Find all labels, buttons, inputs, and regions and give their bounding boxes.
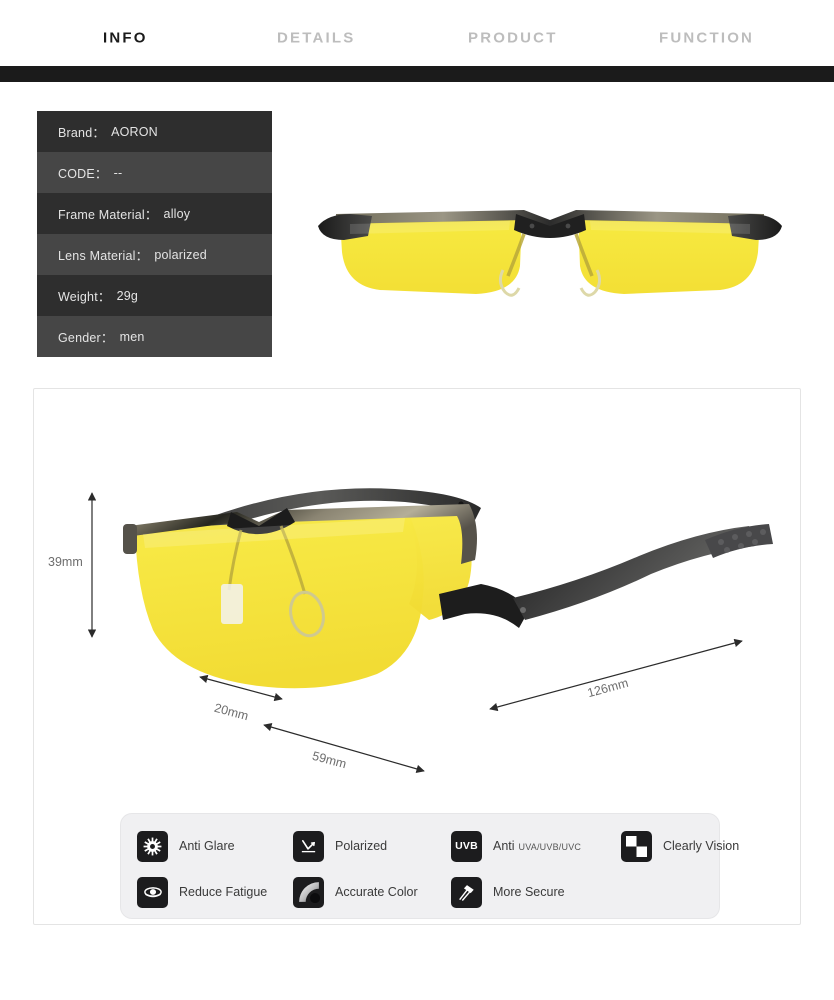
spec-row: Weight： 29g: [37, 275, 272, 316]
feature-label-main: More Secure: [493, 885, 565, 899]
feature-label: Anti Glare: [179, 839, 235, 853]
feature-label-main: Clearly Vision: [663, 839, 740, 853]
spec-value: --: [113, 165, 123, 180]
features-panel: Anti Glare Polarized UVB Anti UVA/UVB/UVC Cle…: [120, 813, 739, 919]
spec-row: Lens Material： polarized: [37, 234, 272, 275]
tab-info[interactable]: INFO: [103, 30, 148, 47]
feature-label: Clearly Vision: [663, 839, 739, 853]
feature-anti: UVB Anti UVA/UVB/UVC: [451, 826, 581, 866]
sunglasses-front-illustration: [318, 210, 782, 297]
anti-glare-icon: [137, 830, 168, 862]
product-info-page: INFO DETAILS PRODUCT FUNCTION Brand： AORON CO…: [0, 0, 834, 1000]
spec-value: polarized: [154, 247, 207, 262]
feature-label: More Secure: [493, 885, 565, 899]
dimension-label-height: 39mm: [48, 555, 83, 569]
feature-polarized: Polarized: [293, 826, 387, 866]
header-divider-bar: [0, 66, 834, 82]
spec-value: men: [119, 329, 145, 344]
dimension-label-bridge: 20mm: [212, 700, 250, 724]
more-secure-icon: [451, 876, 482, 908]
spec-label: Gender：: [58, 331, 114, 345]
feature-accurate-color: Accurate Color: [293, 872, 418, 912]
feature-reduce-fatigue: Reduce Fatigue: [137, 872, 267, 912]
feature-label-main: Accurate Color: [335, 885, 418, 899]
polarized-icon: [293, 830, 324, 862]
accurate-color-icon: [293, 876, 324, 908]
feature-label-main: Polarized: [335, 839, 388, 853]
spec-row: Brand： AORON: [37, 111, 272, 152]
spec-value: 29g: [116, 288, 139, 303]
spec-label: Weight：: [58, 290, 111, 304]
feature-label-sub: UVA/UVB/UVC: [518, 842, 582, 852]
spec-value: AORON: [111, 124, 158, 139]
uvb-icon: UVB: [451, 830, 482, 862]
feature-label: Polarized: [335, 839, 387, 853]
reduce-fatigue-icon: [137, 876, 168, 908]
dimension-card: 39mm 20mm 59mm 126mm Anti Glare Polarized UVB…: [33, 388, 801, 925]
feature-anti-glare: Anti Glare: [137, 826, 235, 866]
feature-label-main: Reduce Fatigue: [179, 885, 268, 899]
sunglasses-angle-illustration: [123, 488, 773, 689]
spec-row: Gender： men: [37, 316, 272, 357]
spec-label: Frame Material：: [58, 208, 158, 222]
specification-table: Brand： AORON CODE： -- Frame Material： alloy Le…: [37, 111, 272, 357]
feature-label: Anti UVA/UVB/UVC: [493, 839, 581, 853]
spec-label: Lens Material：: [58, 249, 149, 263]
tab-details[interactable]: DETAILS: [277, 30, 355, 47]
feature-label: Accurate Color: [335, 885, 418, 899]
features-row-2: Reduce Fatigue Accurate Color More Secure: [121, 872, 721, 912]
tab-product[interactable]: PRODUCT: [468, 30, 558, 47]
feature-more-secure: More Secure: [451, 872, 565, 912]
spec-row: Frame Material： alloy: [37, 193, 272, 234]
spec-label: CODE：: [58, 167, 108, 181]
uvb-badge-text: UVB: [455, 840, 478, 852]
tab-bar: INFO DETAILS PRODUCT FUNCTION: [0, 0, 834, 82]
product-photo-front: [310, 190, 790, 310]
spec-label: Brand：: [58, 126, 106, 140]
clearly-vision-icon: [621, 830, 652, 862]
tab-function[interactable]: FUNCTION: [659, 30, 754, 47]
product-photo-angled: [109, 464, 789, 694]
features-row-1: Anti Glare Polarized UVB Anti UVA/UVB/UVC Cle…: [121, 826, 739, 866]
feature-clearly-vision: Clearly Vision: [621, 826, 739, 866]
spec-row: CODE： --: [37, 152, 272, 193]
tab-list: INFO DETAILS PRODUCT FUNCTION: [0, 0, 834, 66]
feature-label-main: Anti Glare: [179, 839, 235, 853]
feature-label: Reduce Fatigue: [179, 885, 267, 899]
spec-value: alloy: [163, 206, 191, 221]
feature-label-main: Anti: [493, 839, 515, 853]
dimension-label-lens: 59mm: [310, 748, 348, 772]
